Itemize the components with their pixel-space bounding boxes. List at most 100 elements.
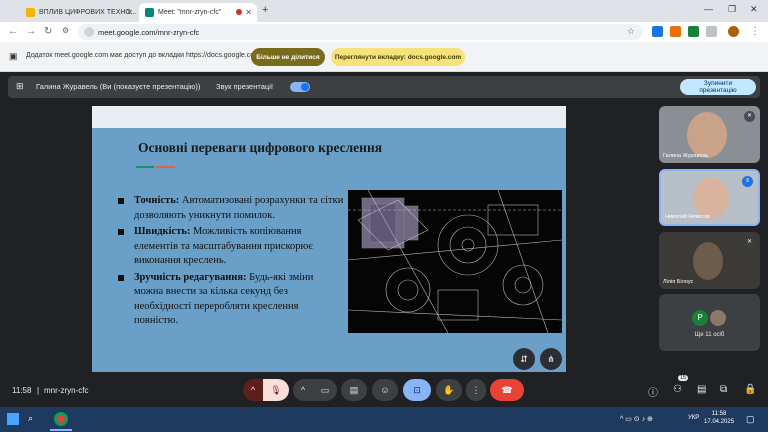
minimize-icon[interactable]: — [704, 4, 713, 14]
forward-icon[interactable]: → [26, 26, 36, 37]
hang-up-icon: ☎ [501, 384, 513, 395]
activities-icon[interactable]: ⧉ [720, 384, 727, 395]
slide-header-band [92, 106, 566, 128]
share-message: Додаток meet.google.com має доступ до вк… [26, 52, 260, 59]
meet-stage: ⊞ Галина Журавель (Ви (показуєте презент… [0, 72, 768, 407]
stop-sharing-label: Більше не ділитися [256, 53, 320, 61]
participant-name: Лілія Білоус [663, 279, 694, 285]
browser-tab-docs[interactable]: ВПЛИВ ЦИФРОВИХ ТЕХНО... ✕ [20, 3, 138, 22]
stop-sharing-button[interactable]: Більше не ділитися [251, 48, 325, 66]
mic-off-icon: 🎙 [270, 384, 282, 395]
present-button[interactable]: ⊡ [403, 379, 431, 401]
title-underline-green [136, 166, 154, 168]
slide-title: Основні переваги цифрового креслення [138, 140, 383, 155]
reload-icon[interactable]: ↻ [44, 26, 52, 37]
bullet-item: Швидкість: Можливість копіювання елемент… [116, 225, 344, 269]
translate-extension-icon[interactable] [652, 26, 663, 37]
title-underline-orange [155, 166, 175, 168]
menu-dots-icon[interactable]: ⋮ [750, 26, 760, 37]
slides-favicon-icon [26, 8, 35, 17]
captions-icon: ▤ [349, 384, 359, 395]
tray-icons[interactable]: ^ ▭ ⊙ ♪ ⊕ [620, 415, 653, 423]
participant-tile[interactable]: ≡ Николай Невесов [659, 169, 760, 226]
close-window-icon[interactable]: ✕ [750, 4, 758, 15]
info-icon[interactable]: ⓘ [648, 384, 658, 399]
browser-tab-strip: ВПЛИВ ЦИФРОВИХ ТЕХНО... ✕ Meet: "mnr-zry… [0, 0, 768, 22]
language-indicator[interactable]: УКР [688, 415, 699, 421]
cad-drawing-image [348, 190, 562, 333]
mic-options-button[interactable]: ^ [243, 379, 263, 401]
new-tab-button[interactable]: + [262, 4, 268, 16]
speaking-indicator-icon: ≡ [742, 176, 753, 187]
windows-start-icon[interactable] [7, 413, 19, 425]
raise-hand-button[interactable]: ✋ [436, 379, 462, 401]
stop-presenting-label-2: презентацію [699, 87, 737, 94]
meeting-code: mnr-zryn-cfc [44, 386, 89, 395]
profile-avatar[interactable] [728, 26, 739, 37]
camera-options-button[interactable]: ^ [293, 379, 313, 401]
emoji-button[interactable]: ☺ [372, 379, 398, 401]
close-tab-icon[interactable]: ✕ [126, 8, 133, 17]
participant-video [693, 242, 723, 280]
puzzle-extensions-icon[interactable] [706, 26, 717, 37]
emoji-icon: ☺ [380, 385, 390, 395]
stop-presenting-button[interactable]: Зупинити презентацію [680, 79, 756, 95]
share-tab-icon: ▣ [9, 51, 18, 61]
view-tab-button[interactable]: Переглянути вкладку: docs.google.com [331, 48, 465, 66]
windows-taskbar: ⌕ ^ ▭ ⊙ ♪ ⊕ УКР 11:58 17.04.2025 ▢ [0, 407, 768, 432]
participant-name: Николай Невесов [665, 214, 711, 220]
maximize-icon[interactable]: ❐ [728, 4, 736, 15]
present-screen-icon: ⊡ [413, 384, 421, 395]
more-participants-tile[interactable]: P Ще 11 осіб [659, 294, 760, 351]
tab-title: ВПЛИВ ЦИФРОВИХ ТЕХНО... [39, 9, 137, 16]
browser-tab-meet[interactable]: Meet: "mnr-zryn-cfc" ✕ [139, 3, 257, 22]
people-icon[interactable]: ⚇ [673, 384, 682, 395]
slide-pan-button[interactable]: ⇵ [513, 348, 535, 370]
presentation-bar: ⊞ Галина Журавель (Ви (показуєте презент… [8, 76, 760, 98]
presentation-audio-toggle[interactable] [290, 82, 310, 92]
captions-button[interactable]: ▤ [341, 379, 367, 401]
participant-tile[interactable]: ✕ Галина Журавель [659, 106, 760, 163]
more-participants-label: Ще 11 осіб [694, 332, 725, 338]
close-tab-icon[interactable]: ✕ [245, 8, 252, 17]
tab-share-infobar: ▣ Додаток meet.google.com має доступ до … [0, 42, 768, 72]
meet-favicon-icon [145, 8, 154, 17]
meeting-clock: 11:58 [12, 386, 32, 395]
camera-icon: ▭ [320, 384, 330, 395]
url-text: meet.google.com/mnr-zryn-cfc [98, 27, 200, 37]
participant-tile[interactable]: ✕ Лілія Білоус [659, 232, 760, 289]
stop-presenting-label-1: Зупинити [703, 80, 733, 87]
divider: | [37, 386, 40, 395]
recording-dot-icon [236, 9, 242, 15]
site-info-icon[interactable]: ⚙ [62, 26, 69, 35]
bookmark-star-icon[interactable]: ☆ [627, 26, 635, 37]
leave-call-button[interactable]: ☎ [490, 379, 524, 401]
more-vert-icon: ⋮ [471, 384, 481, 395]
bullet-list: Точність: Автоматизовані розрахунки та с… [116, 194, 344, 331]
extension-icon[interactable] [670, 26, 681, 37]
camera-toggle-button[interactable]: ▭ [313, 379, 337, 401]
more-options-button[interactable]: ⋮ [466, 379, 486, 401]
view-tab-label: Переглянути вкладку: docs.google.com [334, 53, 462, 61]
url-input[interactable]: meet.google.com/mnr-zryn-cfc ☆ [78, 24, 643, 40]
mic-toggle-button[interactable]: 🎙 [263, 379, 289, 401]
presentation-audio-label: Звук презентації [216, 82, 273, 91]
host-controls-icon[interactable]: 🔒 [744, 384, 756, 395]
share-slide-button[interactable]: ⋔ [540, 348, 562, 370]
back-icon[interactable]: ← [8, 26, 18, 37]
bullet-item: Зручність редагування: Будь-які зміни мо… [116, 271, 344, 329]
participant-video [687, 112, 727, 158]
present-screen-icon: ⊞ [16, 81, 24, 91]
chrome-taskbar-icon[interactable] [54, 412, 68, 426]
participant-avatar [710, 310, 726, 326]
taskbar-date: 17.04.2025 [704, 419, 735, 425]
tab-title: Meet: "mnr-zryn-cfc" [158, 9, 222, 16]
taskbar-clock[interactable]: 11:58 17.04.2025 [704, 410, 734, 426]
search-icon[interactable]: ⌕ [28, 413, 33, 424]
extension-icon[interactable] [688, 26, 699, 37]
meet-site-icon [84, 27, 94, 37]
notifications-icon[interactable]: ▢ [746, 414, 755, 425]
chat-icon[interactable]: ▤ [697, 384, 706, 395]
bullet-item: Точність: Автоматизовані розрахунки та с… [116, 194, 344, 223]
people-count-badge: 15 [678, 375, 689, 381]
